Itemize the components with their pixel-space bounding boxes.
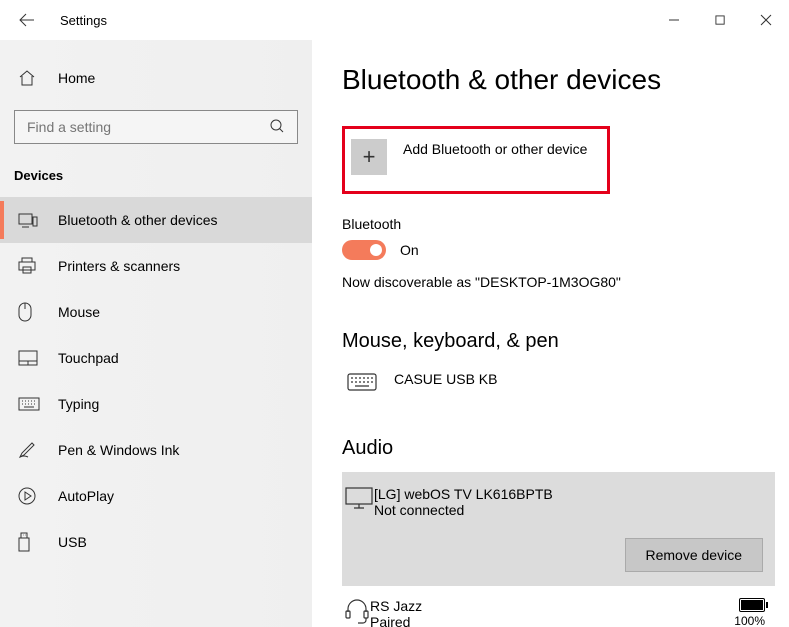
touchpad-icon [18,350,40,366]
sidebar-item-autoplay[interactable]: AutoPlay [0,473,312,519]
sidebar-item-mouse[interactable]: Mouse [0,289,312,335]
main-content: Bluetooth & other devices + Add Bluetoot… [312,40,789,627]
keyboard-device-icon [344,371,380,391]
sidebar-item-touchpad[interactable]: Touchpad [0,335,312,381]
sidebar-item-label: Printers & scanners [58,258,180,274]
sidebar-item-label: Touchpad [58,350,119,366]
device-status: Paired [370,614,422,627]
home-icon [18,69,38,87]
close-button[interactable] [743,4,789,36]
home-nav[interactable]: Home [0,58,312,98]
window-title: Settings [60,13,107,28]
battery-icon [739,598,765,612]
device-status: Not connected [374,502,553,518]
sidebar-item-usb[interactable]: USB [0,519,312,565]
remove-device-button[interactable]: Remove device [625,538,764,572]
pen-icon [18,441,40,459]
sidebar-item-label: USB [58,534,87,550]
headset-icon [344,598,370,627]
bluetooth-toggle[interactable] [342,240,386,260]
back-button[interactable] [18,11,36,29]
search-input[interactable] [27,119,269,135]
toggle-state-label: On [400,242,419,258]
device-name: [LG] webOS TV LK616BPTB [374,486,553,502]
autoplay-icon [18,487,40,505]
sidebar-item-pen[interactable]: Pen & Windows Ink [0,427,312,473]
plus-icon: + [351,139,387,175]
maximize-button[interactable] [697,4,743,36]
device-row-headset[interactable]: RS Jazz Paired 100% [342,592,775,627]
sidebar-item-label: Bluetooth & other devices [58,212,218,228]
printer-icon [18,257,40,275]
sidebar-item-printers[interactable]: Printers & scanners [0,243,312,289]
devices-icon [18,212,40,228]
category-header: Devices [0,162,312,197]
minimize-button[interactable] [651,4,697,36]
mouse-icon [18,302,40,322]
device-row-keyboard[interactable]: CASUE USB KB [342,365,775,397]
sidebar-item-label: AutoPlay [58,488,114,504]
section-mouse-keyboard: Mouse, keyboard, & pen [342,330,775,353]
sidebar-item-label: Mouse [58,304,100,320]
device-row-tv-selected[interactable]: [LG] webOS TV LK616BPTB Not connected Re… [342,472,775,586]
device-name: CASUE USB KB [394,371,497,387]
sidebar-item-typing[interactable]: Typing [0,381,312,427]
search-icon [269,118,285,137]
section-audio: Audio [342,437,775,460]
sidebar-item-label: Typing [58,396,99,412]
battery-percent: 100% [734,614,765,627]
keyboard-icon [18,397,40,411]
device-name: RS Jazz [370,598,422,614]
add-device-button[interactable]: + Add Bluetooth or other device [342,126,610,194]
bluetooth-label: Bluetooth [342,216,775,232]
sidebar: Home Devices Bluetooth & other devices P… [0,40,312,627]
discoverable-text: Now discoverable as "DESKTOP-1M3OG80" [342,274,775,290]
home-label: Home [58,70,95,86]
sidebar-item-label: Pen & Windows Ink [58,442,179,458]
page-heading: Bluetooth & other devices [342,64,775,96]
monitor-icon [344,486,374,513]
add-device-label: Add Bluetooth or other device [403,139,587,157]
search-input-wrap[interactable] [14,110,298,144]
usb-icon [18,532,40,552]
titlebar: Settings [0,0,789,40]
sidebar-item-bluetooth[interactable]: Bluetooth & other devices [0,197,312,243]
